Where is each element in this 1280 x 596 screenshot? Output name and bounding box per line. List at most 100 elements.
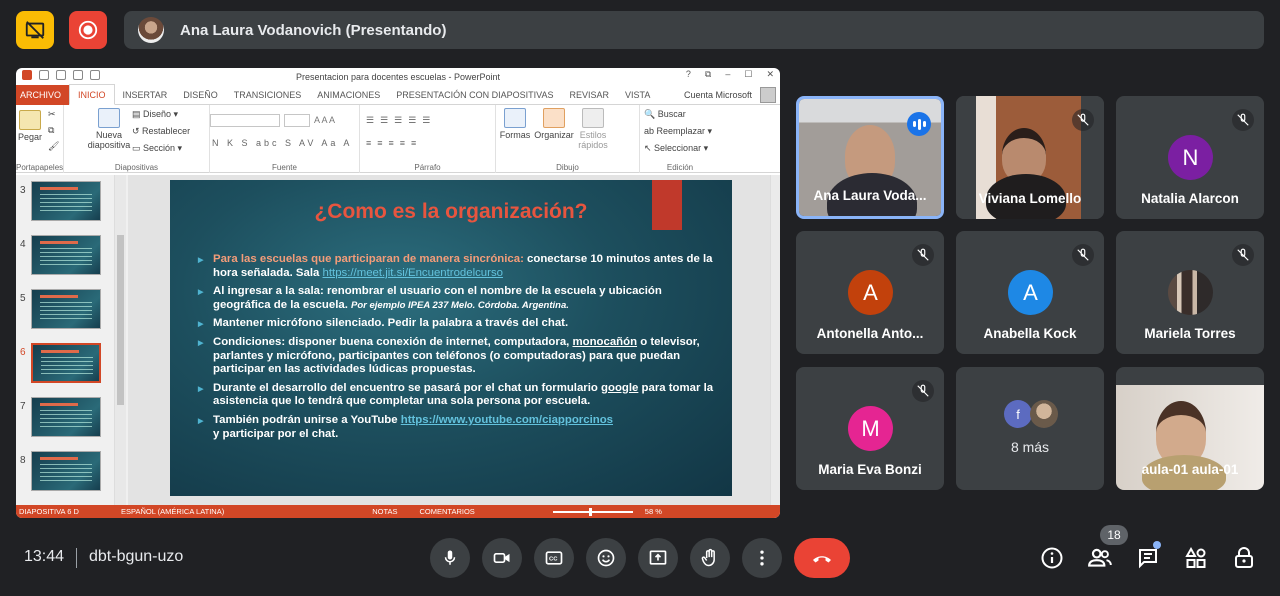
shared-screen: Presentacion para docentes escuelas - Po… xyxy=(16,68,780,518)
zoom-level[interactable]: 58 % xyxy=(645,507,662,516)
more-options-button[interactable] xyxy=(742,538,782,578)
new-slide-button[interactable]: Nueva diapositiva xyxy=(86,108,132,150)
slides-group: Nueva diapositiva ▤ Diseño ▾ ↺ Restablec… xyxy=(64,105,210,173)
undo-icon[interactable] xyxy=(56,70,66,80)
font-size-buttons[interactable]: A A A xyxy=(314,115,335,125)
tab-presentacion[interactable]: PRESENTACIÓN CON DIAPOSITIVAS xyxy=(388,85,561,105)
start-show-icon[interactable] xyxy=(90,70,100,80)
language-status[interactable]: ESPAÑOL (AMÉRICA LATINA) xyxy=(121,507,224,516)
stop-presenting-button[interactable] xyxy=(69,11,107,49)
tab-inicio[interactable]: INICIO xyxy=(69,84,115,105)
paste-button[interactable]: Pegar xyxy=(18,110,42,142)
host-controls-button[interactable] xyxy=(1230,544,1258,572)
format-painter-icon[interactable]: 🖌 xyxy=(48,141,59,152)
tab-animaciones[interactable]: ANIMACIONES xyxy=(309,85,388,105)
activities-button[interactable] xyxy=(1182,544,1210,572)
slide-thumbnail-selected[interactable]: 6 xyxy=(20,343,124,385)
participant-tile[interactable]: Ana Laura Voda... xyxy=(796,96,944,219)
editing-label: Edición xyxy=(666,163,694,172)
redo-icon[interactable] xyxy=(73,70,83,80)
mic-off-icon xyxy=(1232,109,1254,131)
copy-icon[interactable]: ⧉ xyxy=(48,125,54,136)
people-button[interactable] xyxy=(1086,544,1114,572)
meet-link[interactable]: https://meet.jit.si/Encuentrodelcurso xyxy=(323,267,503,279)
shapes-button[interactable]: Formas xyxy=(498,108,532,140)
tab-revisar[interactable]: REVISAR xyxy=(561,85,617,105)
tab-vista[interactable]: VISTA xyxy=(617,85,658,105)
notes-button[interactable]: NOTAS xyxy=(372,507,397,516)
captions-button[interactable]: CC xyxy=(534,538,574,578)
select-button[interactable]: ↖ Seleccionar ▾ xyxy=(644,143,708,154)
slide-thumbnail[interactable]: 5 xyxy=(20,289,124,331)
mini-photo-avatar xyxy=(1030,400,1058,428)
font-name-input[interactable] xyxy=(210,114,280,127)
mic-button[interactable] xyxy=(430,538,470,578)
meeting-clock: 13:44 xyxy=(24,548,65,565)
participant-tile[interactable]: Mariela Torres xyxy=(1116,231,1264,354)
slide-thumbnail[interactable]: 4 xyxy=(20,235,124,277)
chat-notification-dot xyxy=(1153,541,1161,549)
present-button[interactable] xyxy=(638,538,678,578)
drawing-group: Formas Organizar Estilos rápidos Dibujo xyxy=(496,105,640,173)
find-button[interactable]: 🔍 Buscar xyxy=(644,109,686,120)
participant-tile[interactable]: N Natalia Alarcon xyxy=(1116,96,1264,219)
slide-thumbnail[interactable]: 8 xyxy=(20,451,124,493)
quick-styles-button[interactable]: Estilos rápidos xyxy=(576,108,610,150)
font-label: Fuente xyxy=(272,163,297,172)
participant-name: Viviana Lomello xyxy=(978,191,1082,206)
youtube-link[interactable]: https://www.youtube.com/ciapporcinos xyxy=(401,414,613,426)
ribbon-display-button[interactable]: ⧉ xyxy=(705,69,711,80)
help-button[interactable]: ? xyxy=(686,69,691,80)
current-slide[interactable]: ¿Como es la organización? Para las escue… xyxy=(170,180,732,496)
participant-tile[interactable]: aula-01 aula-01 xyxy=(1116,367,1264,490)
arrange-button[interactable]: Organizar xyxy=(534,108,574,140)
participant-tile[interactable]: Viviana Lomello xyxy=(956,96,1104,219)
mic-off-icon xyxy=(1232,244,1254,266)
more-participants-tile[interactable]: f 8 más xyxy=(956,367,1104,490)
present-icon xyxy=(649,550,667,565)
camera-button[interactable] xyxy=(482,538,522,578)
editor-scrollbar[interactable] xyxy=(770,175,780,505)
comments-button[interactable]: COMENTARIOS xyxy=(420,507,475,516)
leave-call-button[interactable] xyxy=(794,538,850,578)
cut-icon[interactable]: ✂ xyxy=(48,109,56,120)
participant-tile[interactable]: M Maria Eva Bonzi xyxy=(796,367,944,490)
slide-thumbnail-pane[interactable]: 3 4 5 6 7 8 xyxy=(16,175,128,505)
reset-button[interactable]: ↺ Restablecer xyxy=(132,126,190,137)
pp-titlebar: Presentacion para docentes escuelas - Po… xyxy=(16,68,780,85)
list-buttons[interactable]: ☰☰☰☰☰ xyxy=(366,115,436,126)
meeting-details-button[interactable] xyxy=(1038,544,1066,572)
replace-button[interactable]: ab Reemplazar ▾ xyxy=(644,126,712,137)
section-button[interactable]: ▭ Sección ▾ xyxy=(132,143,182,154)
participant-name: aula-01 aula-01 xyxy=(1141,462,1239,477)
maximize-button[interactable]: ☐ xyxy=(744,69,752,80)
participant-tile[interactable]: A Antonella Anto... xyxy=(796,231,944,354)
layout-button[interactable]: ▤ Diseño ▾ xyxy=(132,109,178,120)
account-avatar[interactable] xyxy=(760,87,776,103)
save-icon[interactable] xyxy=(39,70,49,80)
tab-diseno[interactable]: DISEÑO xyxy=(175,85,226,105)
tab-transiciones[interactable]: TRANSICIONES xyxy=(226,85,310,105)
people-icon xyxy=(1088,548,1112,567)
tab-archivo[interactable]: ARCHIVO xyxy=(16,84,70,105)
zoom-slider[interactable] xyxy=(552,507,633,516)
close-button[interactable]: ✕ xyxy=(766,69,774,80)
align-buttons[interactable]: ≡≡≡≡≡ xyxy=(366,138,422,148)
font-size-input[interactable] xyxy=(284,114,310,127)
slide-thumbnail[interactable]: 7 xyxy=(20,397,124,439)
slides-label: Diapositivas xyxy=(114,163,159,172)
editing-group: 🔍 Buscar ab Reemplazar ▾ ↖ Seleccionar ▾… xyxy=(640,105,720,173)
participant-tile[interactable]: A Anabella Kock xyxy=(956,231,1104,354)
tab-insertar[interactable]: INSERTAR xyxy=(115,85,176,105)
divider xyxy=(76,548,77,568)
account-label[interactable]: Cuenta Microsoft xyxy=(684,85,752,105)
raise-hand-button[interactable] xyxy=(690,538,730,578)
chat-icon xyxy=(1139,549,1157,569)
minimize-button[interactable]: – xyxy=(725,69,730,80)
thumbnail-scrollbar[interactable] xyxy=(114,175,126,505)
arrange-icon xyxy=(543,108,565,128)
presentation-toggle-button[interactable] xyxy=(16,11,54,49)
font-format-buttons[interactable]: N K S abc S AV Aa A xyxy=(212,138,352,148)
slide-thumbnail[interactable]: 3 xyxy=(20,181,124,223)
reactions-button[interactable] xyxy=(586,538,626,578)
